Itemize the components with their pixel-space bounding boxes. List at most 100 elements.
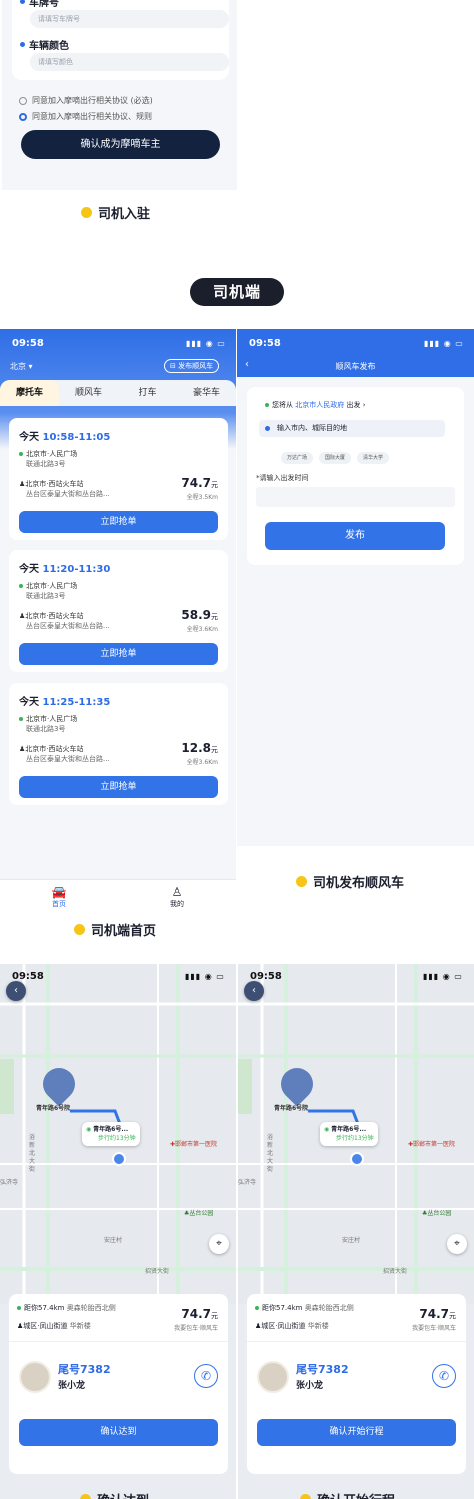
order-from: 北京市·人民广场 联通北路3号	[19, 714, 77, 734]
publish-card: 您将从 北京市人民政府 出发 › 输入市内、城际目的地 万达广场 国际大厦 清华大学…	[247, 387, 464, 565]
walk-callout: ◉ 青年路6号... 步行约13分钟	[82, 1122, 140, 1146]
trip-distance: 距你57.4km 奥森轮胎西北侧	[255, 1303, 354, 1313]
poi-park: ♣丛台公园	[184, 1210, 214, 1217]
order-price: 58.9元	[181, 608, 218, 622]
plate-field-label: 车牌号	[20, 0, 59, 9]
poi-village: 安庄村	[342, 1237, 361, 1244]
locate-icon: ⌖	[216, 1238, 222, 1249]
tab-motorcycle[interactable]: 摩托车	[0, 380, 59, 406]
confirm-start-trip-button[interactable]: 确认开始行程	[257, 1419, 456, 1446]
bullet-icon	[300, 1494, 311, 1499]
tab-taxi[interactable]: 打车	[118, 380, 177, 406]
nav-home[interactable]: 🚘 首页	[0, 880, 118, 919]
back-button[interactable]: ‹	[244, 981, 264, 1001]
radio-icon	[19, 96, 27, 105]
current-location-icon	[112, 1152, 126, 1166]
publish-ride-screen: 09:58 ▮▮▮ ◉ ▭ ‹ 顺风车发布 您将从 北京市人民政府 出发 › 输…	[237, 329, 474, 846]
color-input[interactable]: 请填写颜色	[30, 53, 229, 71]
back-button[interactable]: ‹	[6, 981, 26, 1001]
grab-order-button[interactable]: 立即抢单	[19, 776, 218, 798]
order-card: 今天 10:58-11:05 北京市·人民广场 联通北路3号 ♟北京市·西站火车站…	[9, 418, 228, 540]
poi-hospital: ✚邯郸市第一医院	[170, 1141, 218, 1148]
car-icon: 🚘	[51, 885, 67, 899]
order-to: ♟北京市·西站火车站 丛台区泰皇大街和丛台路...	[19, 612, 110, 630]
nav-mine[interactable]: ♙ 我的	[118, 880, 236, 919]
join-form-card: 车牌号 请填写车牌号 车辆颜色 请填写颜色	[12, 0, 229, 80]
chip-qinghua[interactable]: 清华大学	[357, 452, 390, 464]
order-distance: 全程3.5Km	[186, 494, 218, 501]
agree-option-rules[interactable]: 同意加入摩嘀出行相关协议、规则	[19, 111, 152, 122]
origin-row[interactable]: 您将从 北京市人民政府 出发 ›	[265, 400, 366, 410]
call-button[interactable]: ✆	[432, 1364, 456, 1388]
trip-info-card: 距你57.4km 奥森轮胎西北侧 ♟城区·凤山街道 华新楼 74.7元 我要包车…	[247, 1294, 466, 1474]
bullet-icon	[81, 207, 92, 218]
walking-icon: ◉	[324, 1126, 330, 1133]
status-time: 09:58	[249, 338, 281, 349]
divider	[247, 1341, 466, 1342]
agree-option-required[interactable]: 同意加入摩嘀出行相关协议 (必选)	[19, 95, 153, 106]
bottom-nav: 🚘 首页 ♙ 我的	[0, 879, 236, 919]
vehicle-tabs: 摩托车 顺风车 打车 豪华车	[0, 380, 236, 406]
confirm-become-owner-button[interactable]: 确认成为摩嘀车主	[21, 130, 220, 159]
publish-ride-button[interactable]: ⊟ 发布顺风车	[164, 359, 220, 373]
plate-input[interactable]: 请填写车牌号	[30, 10, 229, 28]
trip-info-card: 距你57.4km 奥森轮胎西北侧 ♟城区·凤山街道 华新楼 74.7元 我要包车…	[9, 1294, 228, 1474]
tab-luxury[interactable]: 豪华车	[177, 380, 236, 406]
walk-callout: ◉ 青年路6号... 步行约13分钟	[320, 1122, 378, 1146]
poi-village: 安庄村	[104, 1237, 123, 1244]
locate-button[interactable]: ⌖	[447, 1234, 467, 1254]
avatar	[19, 1361, 51, 1393]
arrival-screen: 09:58 ▮▮▮ ◉ ▭ ‹ 青年路6号院 ◉ 青年路6号... 步行约13分钟…	[0, 964, 236, 1499]
order-from: 北京市·人民广场 联通北路3号	[19, 581, 77, 601]
car-icon: ⊟	[170, 362, 179, 370]
publish-button[interactable]: 发布	[265, 522, 445, 550]
poi-hospital: ✚邯郸市第一医院	[408, 1141, 456, 1148]
poi-street: 招贤大街	[145, 1268, 170, 1275]
ride-type: 我要包车·顺风车	[174, 1325, 218, 1332]
bullet-icon	[296, 876, 307, 887]
walking-icon: ◉	[86, 1126, 92, 1133]
order-card: 今天 11:20-11:30 北京市·人民广场 联通北路3号 ♟北京市·西站火车站…	[9, 550, 228, 672]
driver-name: 张小龙	[58, 1381, 86, 1391]
origin-dot-icon	[19, 717, 23, 721]
bullet-icon	[80, 1494, 91, 1499]
pin-label: 青年路6号院	[274, 1105, 309, 1112]
plate-number: 尾号7382	[296, 1363, 349, 1376]
departure-time-label: *请输入出发时间	[256, 474, 309, 482]
poi-park: ♣丛台公园	[422, 1210, 452, 1217]
status-time: 09:58	[12, 338, 44, 349]
avatar	[257, 1361, 289, 1393]
quick-destination-chips: 万达广场 国际大厦 清华大学	[281, 444, 395, 464]
back-icon: ‹	[252, 985, 256, 996]
divider	[9, 1341, 228, 1342]
chip-guoji[interactable]: 国际大厦	[319, 452, 352, 464]
order-distance: 全程3.6Km	[186, 626, 218, 633]
grab-order-button[interactable]: 立即抢单	[19, 643, 218, 665]
grab-order-button[interactable]: 立即抢单	[19, 511, 218, 533]
driver-home-screen: 09:58 ▮▮▮ ◉ ▭ 北京 ▾ ⊟ 发布顺风车 摩托车 顺风车 打车 豪华…	[0, 329, 236, 919]
order-to: ♟北京市·西站火车站 丛台区泰皇大街和丛台路...	[19, 480, 110, 498]
phone-icon: ✆	[200, 1369, 212, 1383]
chevron-right-icon: ›	[362, 401, 366, 409]
destination-input[interactable]: 输入市内、城际目的地	[259, 420, 445, 437]
confirm-arrival-button[interactable]: 确认达到	[19, 1419, 218, 1446]
ride-type: 我要包车·顺风车	[412, 1325, 456, 1332]
city-selector[interactable]: 北京 ▾	[10, 361, 33, 372]
caption-confirm-start: 确认开始行程	[300, 1490, 395, 1499]
locate-button[interactable]: ⌖	[209, 1234, 229, 1254]
trip-district: ♟城区·凤山街道 华新楼	[17, 1322, 91, 1330]
tab-carpool[interactable]: 顺风车	[59, 380, 118, 406]
driver-name: 张小龙	[296, 1381, 324, 1391]
order-price: 12.8元	[181, 741, 218, 755]
status-icons: ▮▮▮ ◉ ▭	[424, 339, 464, 348]
departure-time-input[interactable]	[256, 487, 455, 507]
order-price: 74.7元	[181, 476, 218, 490]
chip-wanda[interactable]: 万达广场	[281, 452, 314, 464]
section-title-pill: 司机端	[190, 278, 284, 306]
caption-driver-join: 司机入驻	[81, 203, 150, 222]
plate-number: 尾号7382	[58, 1363, 111, 1376]
status-icons: ▮▮▮ ◉ ▭	[186, 339, 226, 348]
call-button[interactable]: ✆	[194, 1364, 218, 1388]
status-icons: ▮▮▮ ◉ ▭	[185, 972, 225, 981]
chevron-down-icon: ▾	[26, 362, 33, 371]
